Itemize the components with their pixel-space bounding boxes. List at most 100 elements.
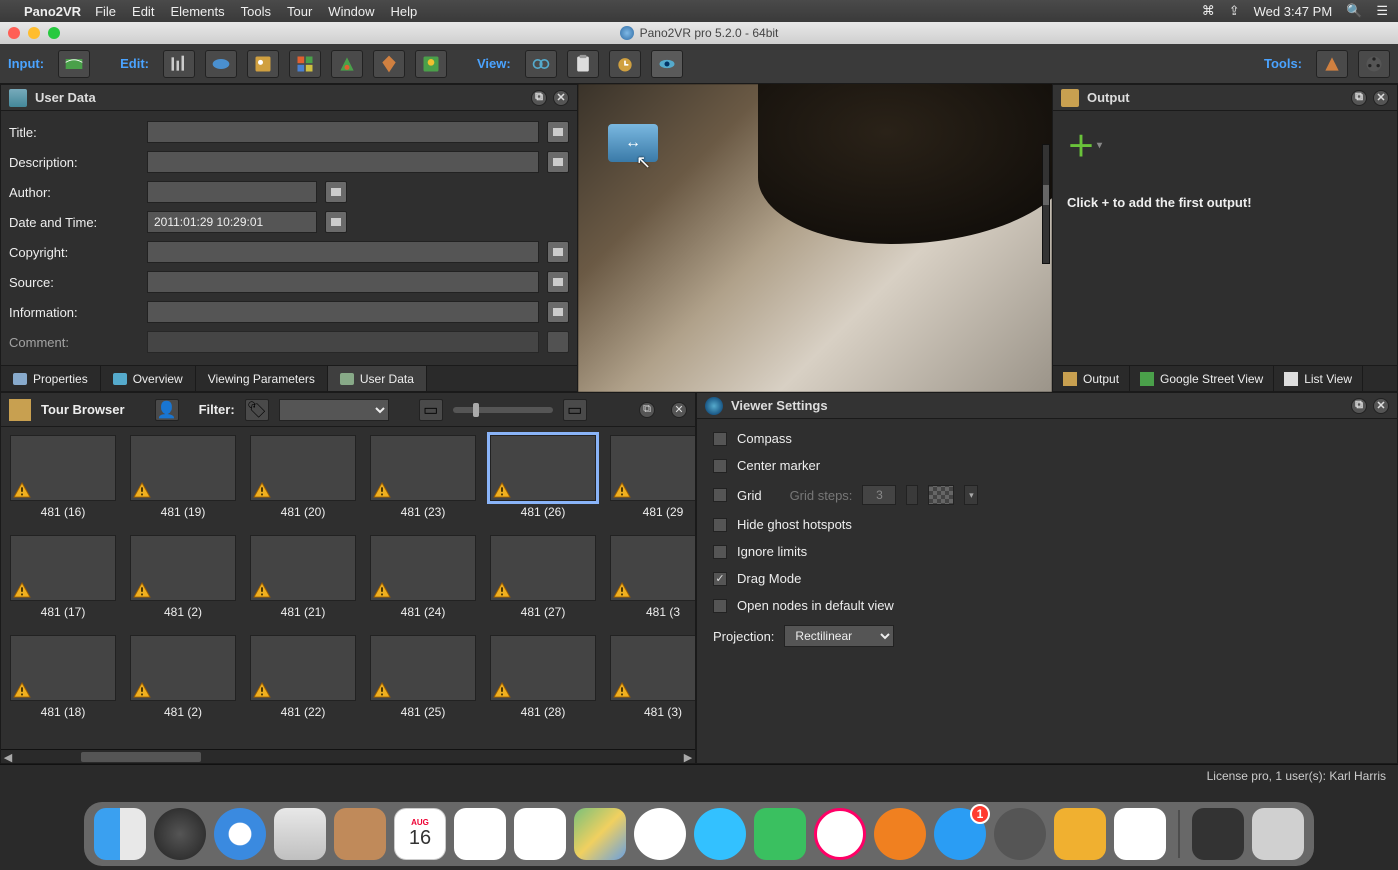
ghost-hotspots-checkbox[interactable] — [713, 518, 727, 532]
thumb-8[interactable]: 481 (21) — [249, 535, 357, 627]
drag-mode-checkbox[interactable] — [713, 572, 727, 586]
thumb-0[interactable]: 481 (16) — [9, 435, 117, 527]
edit-userdata-button[interactable] — [247, 50, 279, 78]
scroll-left-button[interactable]: ◀ — [1, 750, 15, 764]
thumb-5[interactable]: 481 (29 — [609, 435, 695, 527]
comment-browse-button[interactable] — [547, 331, 569, 353]
menu-tools[interactable]: Tools — [241, 4, 271, 19]
dock-photos[interactable] — [634, 808, 686, 860]
dock-trash[interactable] — [1252, 808, 1304, 860]
edit-hotspots-button[interactable] — [289, 50, 321, 78]
filter-select[interactable] — [279, 399, 389, 421]
comment-input[interactable] — [147, 331, 539, 353]
copyright-browse-button[interactable] — [547, 241, 569, 263]
view-timer-button[interactable] — [609, 50, 641, 78]
dock-finder[interactable] — [94, 808, 146, 860]
menu-help[interactable]: Help — [391, 4, 418, 19]
thumb-15[interactable]: 481 (25) — [369, 635, 477, 727]
thumb-6[interactable]: 481 (17) — [9, 535, 117, 627]
dock-calendar[interactable]: AUG 16 — [394, 808, 446, 860]
author-browse-button[interactable] — [325, 181, 347, 203]
thumb-16[interactable]: 481 (28) — [489, 635, 597, 727]
thumb-10[interactable]: 481 (27) — [489, 535, 597, 627]
ignore-limits-checkbox[interactable] — [713, 545, 727, 559]
dock-reminders[interactable] — [514, 808, 566, 860]
center-marker-checkbox[interactable] — [713, 459, 727, 473]
thumb-4[interactable]: 481 (26) — [489, 435, 597, 527]
menu-window[interactable]: Window — [328, 4, 374, 19]
tab-overview[interactable]: Overview — [101, 366, 196, 391]
window-minimize-button[interactable] — [28, 27, 40, 39]
edit-levels-button[interactable] — [163, 50, 195, 78]
grid-checkbox[interactable] — [713, 488, 727, 502]
menu-file[interactable]: File — [95, 4, 116, 19]
dock-notes[interactable] — [454, 808, 506, 860]
edit-google-button[interactable] — [415, 50, 447, 78]
scroll-thumb[interactable] — [81, 752, 201, 762]
view-clipboard-button[interactable] — [567, 50, 599, 78]
output-popout-button[interactable]: ⧉ — [1351, 90, 1367, 106]
thumb-7[interactable]: 481 (2) — [129, 535, 237, 627]
menu-elements[interactable]: Elements — [170, 4, 224, 19]
thumb-1[interactable]: 481 (19) — [129, 435, 237, 527]
source-browse-button[interactable] — [547, 271, 569, 293]
description-browse-button[interactable] — [547, 151, 569, 173]
input-panorama-button[interactable] — [58, 50, 90, 78]
panorama-viewport[interactable]: ↖ — [578, 84, 1052, 392]
grid-steps-stepper[interactable] — [906, 485, 918, 505]
view-preview-button[interactable] — [525, 50, 557, 78]
dock-textedit[interactable] — [1114, 808, 1166, 860]
tour-hscrollbar[interactable]: ◀ ▶ — [1, 749, 695, 763]
tab-list-view[interactable]: List View — [1274, 366, 1363, 391]
dock-ibooks[interactable] — [874, 808, 926, 860]
dock-facetime[interactable] — [754, 808, 806, 860]
dock-itunes[interactable] — [814, 808, 866, 860]
menubar-clock[interactable]: Wed 3:47 PM — [1254, 4, 1333, 19]
thumb-3[interactable]: 481 (23) — [369, 435, 477, 527]
thumb-14[interactable]: 481 (22) — [249, 635, 357, 727]
dock-appstore[interactable]: 1 — [934, 808, 986, 860]
menu-edit[interactable]: Edit — [132, 4, 154, 19]
status-network-icon[interactable]: ⇪ — [1229, 3, 1240, 19]
window-zoom-button[interactable] — [48, 27, 60, 39]
thumb-17[interactable]: 481 (3) — [609, 635, 695, 727]
compass-checkbox[interactable] — [713, 432, 727, 446]
thumb-size-slider[interactable] — [453, 407, 553, 413]
filter-tag-button[interactable]: 🏷 — [245, 399, 269, 421]
copyright-input[interactable] — [147, 241, 539, 263]
panel-close-button[interactable]: ✕ — [553, 90, 569, 106]
tab-output[interactable]: Output — [1053, 366, 1130, 391]
source-input[interactable] — [147, 271, 539, 293]
menu-tour[interactable]: Tour — [287, 4, 312, 19]
dock-launchpad[interactable] — [154, 808, 206, 860]
edit-panorama-button[interactable] — [205, 50, 237, 78]
edit-skin-button[interactable] — [373, 50, 405, 78]
status-script-icon[interactable]: ⌘ — [1202, 3, 1215, 19]
information-browse-button[interactable] — [547, 301, 569, 323]
tools-film-button[interactable] — [1358, 50, 1390, 78]
open-nodes-checkbox[interactable] — [713, 599, 727, 613]
thumb-12[interactable]: 481 (18) — [9, 635, 117, 727]
app-name[interactable]: Pano2VR — [24, 4, 81, 19]
tour-person-button[interactable]: 👤 — [155, 399, 179, 421]
date-input[interactable] — [147, 211, 317, 233]
add-output-button[interactable]: ＋▾ — [1067, 125, 1102, 165]
viewer-close-button[interactable]: ✕ — [1373, 398, 1389, 414]
tab-google-street-view[interactable]: Google Street View — [1130, 366, 1274, 391]
grid-color-swatch[interactable] — [928, 485, 954, 505]
notification-center-icon[interactable]: ☰ — [1376, 3, 1388, 19]
projection-select[interactable]: Rectilinear — [784, 625, 894, 647]
thumb-small-button[interactable]: ▭ — [419, 399, 443, 421]
view-eye-button[interactable] — [651, 50, 683, 78]
edit-tour-button[interactable] — [331, 50, 363, 78]
tab-user-data[interactable]: User Data — [328, 366, 427, 391]
dock-system-preferences[interactable] — [994, 808, 1046, 860]
date-browse-button[interactable] — [325, 211, 347, 233]
viewer-popout-button[interactable]: ⧉ — [1351, 398, 1367, 414]
dock-mail[interactable] — [274, 808, 326, 860]
viewport-zoom-slider[interactable] — [1042, 144, 1050, 264]
thumb-13[interactable]: 481 (2) — [129, 635, 237, 727]
window-close-button[interactable] — [8, 27, 20, 39]
grid-steps-input[interactable] — [862, 485, 896, 505]
grid-color-dropdown[interactable]: ▾ — [964, 485, 978, 505]
